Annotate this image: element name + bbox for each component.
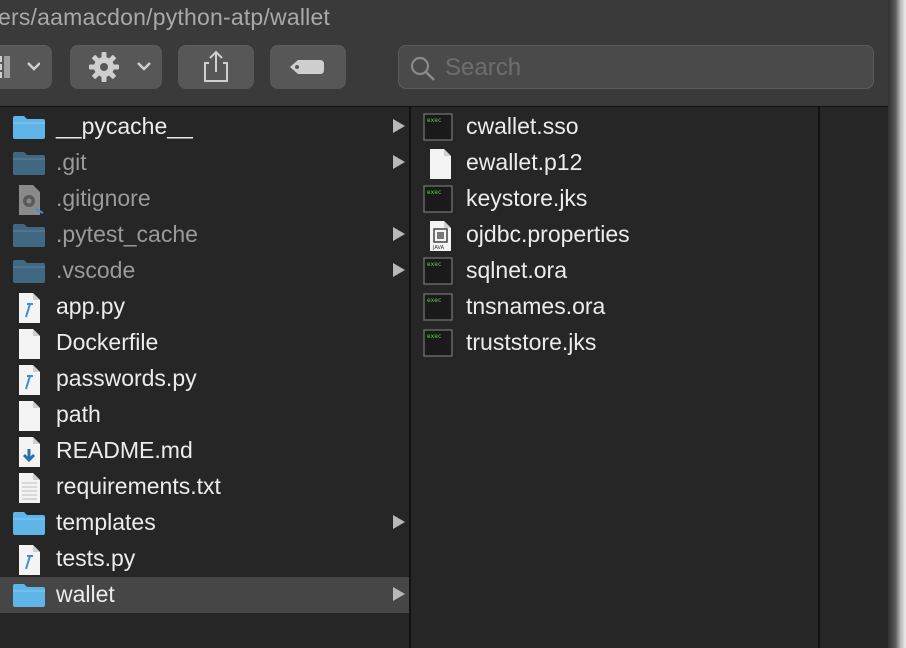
blank-file-icon (12, 401, 46, 431)
file-name: .vscode (56, 257, 136, 283)
disclosure-chevron-icon (393, 227, 405, 241)
file-row[interactable]: ewallet.p12 (411, 145, 818, 181)
share-button[interactable] (178, 45, 254, 89)
file-row[interactable]: .pytest_cache (0, 217, 409, 253)
file-row[interactable]: README.md (0, 433, 409, 469)
svg-text:exec: exec (427, 117, 442, 124)
file-name: path (56, 401, 101, 427)
tags-button[interactable] (270, 45, 346, 89)
column-3[interactable] (820, 107, 890, 648)
text-file-icon (12, 473, 46, 503)
file-row[interactable]: app.py (0, 289, 409, 325)
column-2[interactable]: exec cwallet.sso ewallet.p12 exec keystore.j… (411, 107, 818, 648)
share-icon (204, 50, 228, 82)
file-name: truststore.jks (466, 329, 597, 355)
exec-file-icon: exec (423, 329, 457, 357)
search-input[interactable] (443, 50, 867, 86)
file-row[interactable]: exec cwallet.sso (411, 109, 818, 145)
file-row[interactable]: requirements.txt (0, 469, 409, 505)
svg-text:exec: exec (427, 297, 442, 304)
file-name: wallet (56, 581, 115, 607)
python-file-icon (12, 293, 46, 323)
folder-icon (12, 149, 46, 177)
disclosure-chevron-icon (393, 119, 405, 133)
file-row[interactable]: exec keystore.jks (411, 181, 818, 217)
file-name: .pytest_cache (56, 221, 198, 247)
file-name: ojdbc.properties (466, 221, 630, 247)
file-row[interactable]: path (0, 397, 409, 433)
view-options-icon (0, 56, 40, 78)
tag-icon (290, 60, 324, 74)
file-row[interactable]: passwords.py (0, 361, 409, 397)
blank-file-icon (12, 329, 46, 359)
file-name: keystore.jks (466, 185, 588, 211)
file-name: passwords.py (56, 365, 197, 391)
file-row[interactable]: Dockerfile (0, 325, 409, 361)
file-name: README.md (56, 437, 193, 463)
search-field[interactable] (398, 45, 874, 89)
svg-text:exec: exec (427, 189, 442, 196)
action-menu-button[interactable] (70, 45, 162, 89)
folder-icon (12, 509, 46, 537)
folder-icon (12, 113, 46, 141)
blank-file-icon (423, 149, 457, 179)
gear-icon (89, 52, 151, 82)
folder-icon (12, 581, 46, 609)
exec-file-icon: exec (423, 185, 457, 213)
toolbar: ers/aamacdon/python-atp/wallet (0, 0, 890, 107)
file-name: requirements.txt (56, 473, 221, 499)
disclosure-chevron-icon (393, 515, 405, 529)
desktop-background (888, 0, 906, 648)
svg-text:exec: exec (427, 333, 442, 340)
file-name: templates (56, 509, 156, 535)
file-row[interactable]: wallet (0, 577, 409, 613)
file-row[interactable]: exec tnsnames.ora (411, 289, 818, 325)
file-row[interactable]: .vscode (0, 253, 409, 289)
folder-icon (12, 221, 46, 249)
exec-file-icon: exec (423, 293, 457, 321)
python-file-icon (12, 365, 46, 395)
folder-icon (12, 257, 46, 285)
file-row[interactable]: templates (0, 505, 409, 541)
file-row[interactable]: __pycache__ (0, 109, 409, 145)
view-options-button[interactable] (0, 45, 52, 89)
file-name: .gitignore (56, 185, 151, 211)
file-name: __pycache__ (56, 113, 193, 139)
svg-text:exec: exec (427, 261, 442, 268)
window-title: ers/aamacdon/python-atp/wallet (0, 4, 331, 30)
file-name: sqlnet.ora (466, 257, 568, 283)
file-name: tnsnames.ora (466, 293, 606, 319)
file-row[interactable]: exec sqlnet.ora (411, 253, 818, 289)
file-row[interactable]: exec truststore.jks (411, 325, 818, 361)
file-row[interactable]: .gitignore (0, 181, 409, 217)
java-file-icon: JAVA (423, 221, 457, 251)
search-icon (410, 56, 435, 81)
file-name: app.py (56, 293, 126, 319)
file-name: cwallet.sso (466, 113, 579, 139)
markdown-file-icon (12, 437, 46, 467)
file-row[interactable]: JAVA ojdbc.properties (411, 217, 818, 253)
file-row[interactable]: tests.py (0, 541, 409, 577)
file-name: tests.py (56, 545, 136, 571)
python-file-icon (12, 545, 46, 575)
disclosure-chevron-icon (393, 155, 405, 169)
finder-window: ers/aamacdon/python-atp/wallet Search __… (0, 0, 890, 648)
config-file-icon (12, 185, 46, 215)
svg-text:JAVA: JAVA (432, 245, 445, 251)
file-row[interactable]: .git (0, 145, 409, 181)
disclosure-chevron-icon (393, 263, 405, 277)
file-name: Dockerfile (56, 329, 159, 355)
file-name: .git (56, 149, 87, 175)
file-name: ewallet.p12 (466, 149, 583, 175)
column-1[interactable]: __pycache__ .git .gitignore .pytest_cache .v… (0, 107, 409, 648)
disclosure-chevron-icon (393, 587, 405, 601)
exec-file-icon: exec (423, 113, 457, 141)
exec-file-icon: exec (423, 257, 457, 285)
